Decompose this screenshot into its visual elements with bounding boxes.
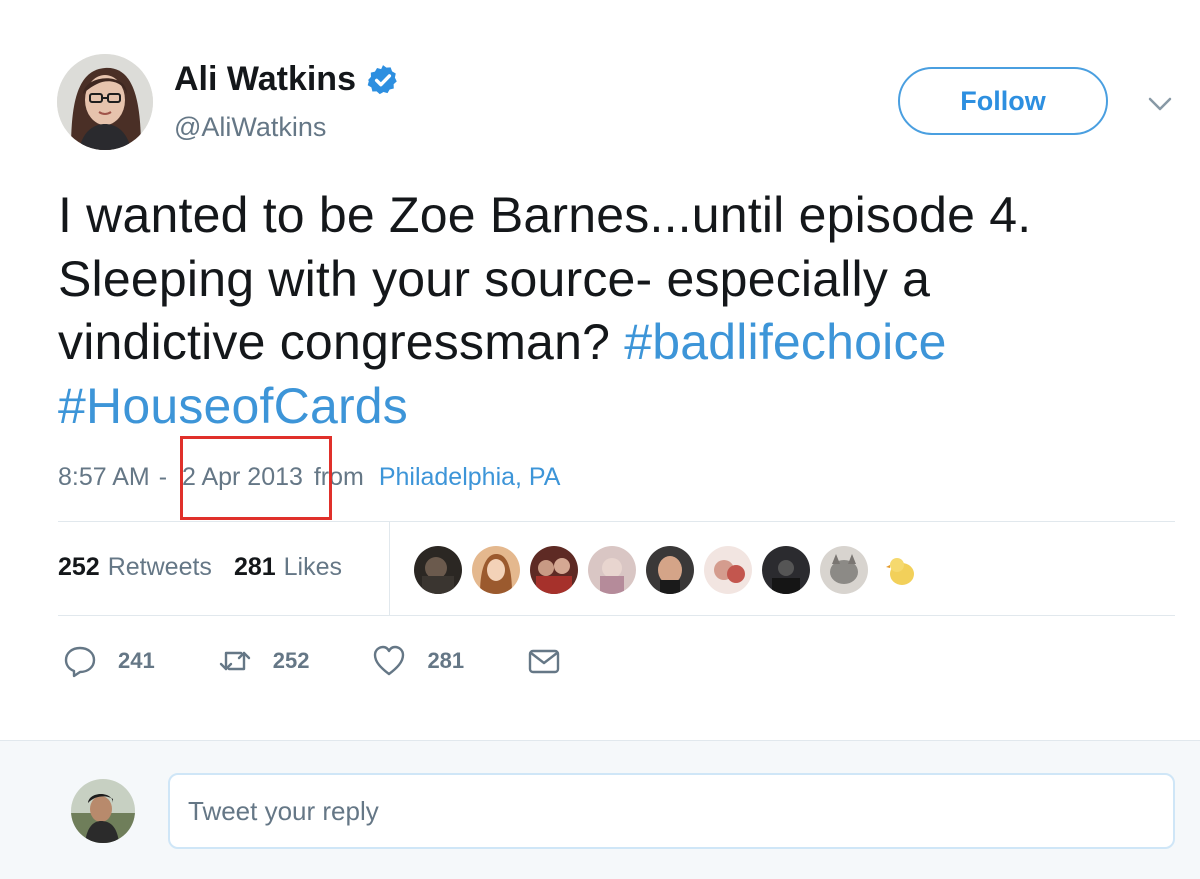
tweet-card: Ali Watkins @AliWatkins Follow I wanted … xyxy=(0,0,1200,740)
liker-avatar[interactable] xyxy=(704,546,752,594)
liker-avatar[interactable] xyxy=(530,546,578,594)
liker-avatar[interactable] xyxy=(472,546,520,594)
tweet-line: I wanted to be Zoe Barnes...until episod… xyxy=(58,187,1032,243)
chevron-down-icon[interactable] xyxy=(1146,90,1174,118)
author-name[interactable]: Ali Watkins xyxy=(174,60,356,99)
reply-bar xyxy=(0,740,1200,879)
liker-avatar[interactable] xyxy=(646,546,694,594)
likes-label: Likes xyxy=(283,553,343,581)
retweets-stat[interactable]: 252 Retweets xyxy=(58,553,212,582)
retweet-count: 252 xyxy=(272,648,310,673)
liker-avatars xyxy=(414,546,926,594)
reply-button[interactable]: 241 xyxy=(62,643,155,679)
author-avatar-image xyxy=(57,54,153,150)
retweet-icon xyxy=(217,643,253,679)
tweet-time[interactable]: 8:57 AM xyxy=(58,463,150,491)
meta-separator: - xyxy=(158,463,168,491)
hashtag-link[interactable]: #badlifechoice xyxy=(624,314,946,370)
tweet-line: #HouseofCards xyxy=(58,375,1168,439)
direct-message-button[interactable] xyxy=(526,643,562,679)
tweet-stats: 252 Retweets 281 Likes xyxy=(58,553,364,582)
liker-avatar[interactable] xyxy=(588,546,636,594)
liker-avatar[interactable] xyxy=(414,546,462,594)
retweets-count: 252 xyxy=(58,553,100,581)
tweet-text: I wanted to be Zoe Barnes...until episod… xyxy=(58,184,1168,438)
date-highlight-box xyxy=(180,436,332,520)
tweet-line-text: vindictive congressman? xyxy=(58,314,625,370)
reply-count: 241 xyxy=(118,648,155,673)
envelope-icon xyxy=(526,643,562,679)
liker-avatar[interactable] xyxy=(762,546,810,594)
current-user-avatar[interactable] xyxy=(71,779,135,843)
author-avatar[interactable] xyxy=(57,54,153,150)
retweets-label: Retweets xyxy=(107,553,212,581)
tweet-line: vindictive congressman? #badlifechoice xyxy=(58,311,1168,375)
tweet-line: Sleeping with your source- especially a xyxy=(58,250,931,307)
hashtag-link[interactable]: #HouseofCards xyxy=(58,378,408,434)
likes-stat[interactable]: 281 Likes xyxy=(234,553,342,582)
like-count: 281 xyxy=(427,648,465,673)
divider xyxy=(58,615,1175,616)
verified-badge-icon xyxy=(366,63,400,97)
author-name-row[interactable]: Ali Watkins xyxy=(174,60,400,99)
retweet-button[interactable]: 252 xyxy=(217,643,310,679)
follow-button[interactable]: Follow xyxy=(898,67,1108,135)
tweet-actions: 241 252 281 xyxy=(62,643,624,679)
author-handle[interactable]: @AliWatkins xyxy=(174,112,326,143)
like-button[interactable]: 281 xyxy=(371,643,464,679)
liker-avatar[interactable] xyxy=(820,546,868,594)
reply-input[interactable] xyxy=(168,773,1175,849)
liker-avatar[interactable] xyxy=(878,546,926,594)
likes-count: 281 xyxy=(233,553,276,581)
reply-icon xyxy=(62,643,98,679)
divider xyxy=(58,521,1175,522)
vertical-divider xyxy=(389,522,390,615)
location-link[interactable]: Philadelphia, PA xyxy=(379,463,561,491)
heart-icon xyxy=(371,643,407,679)
